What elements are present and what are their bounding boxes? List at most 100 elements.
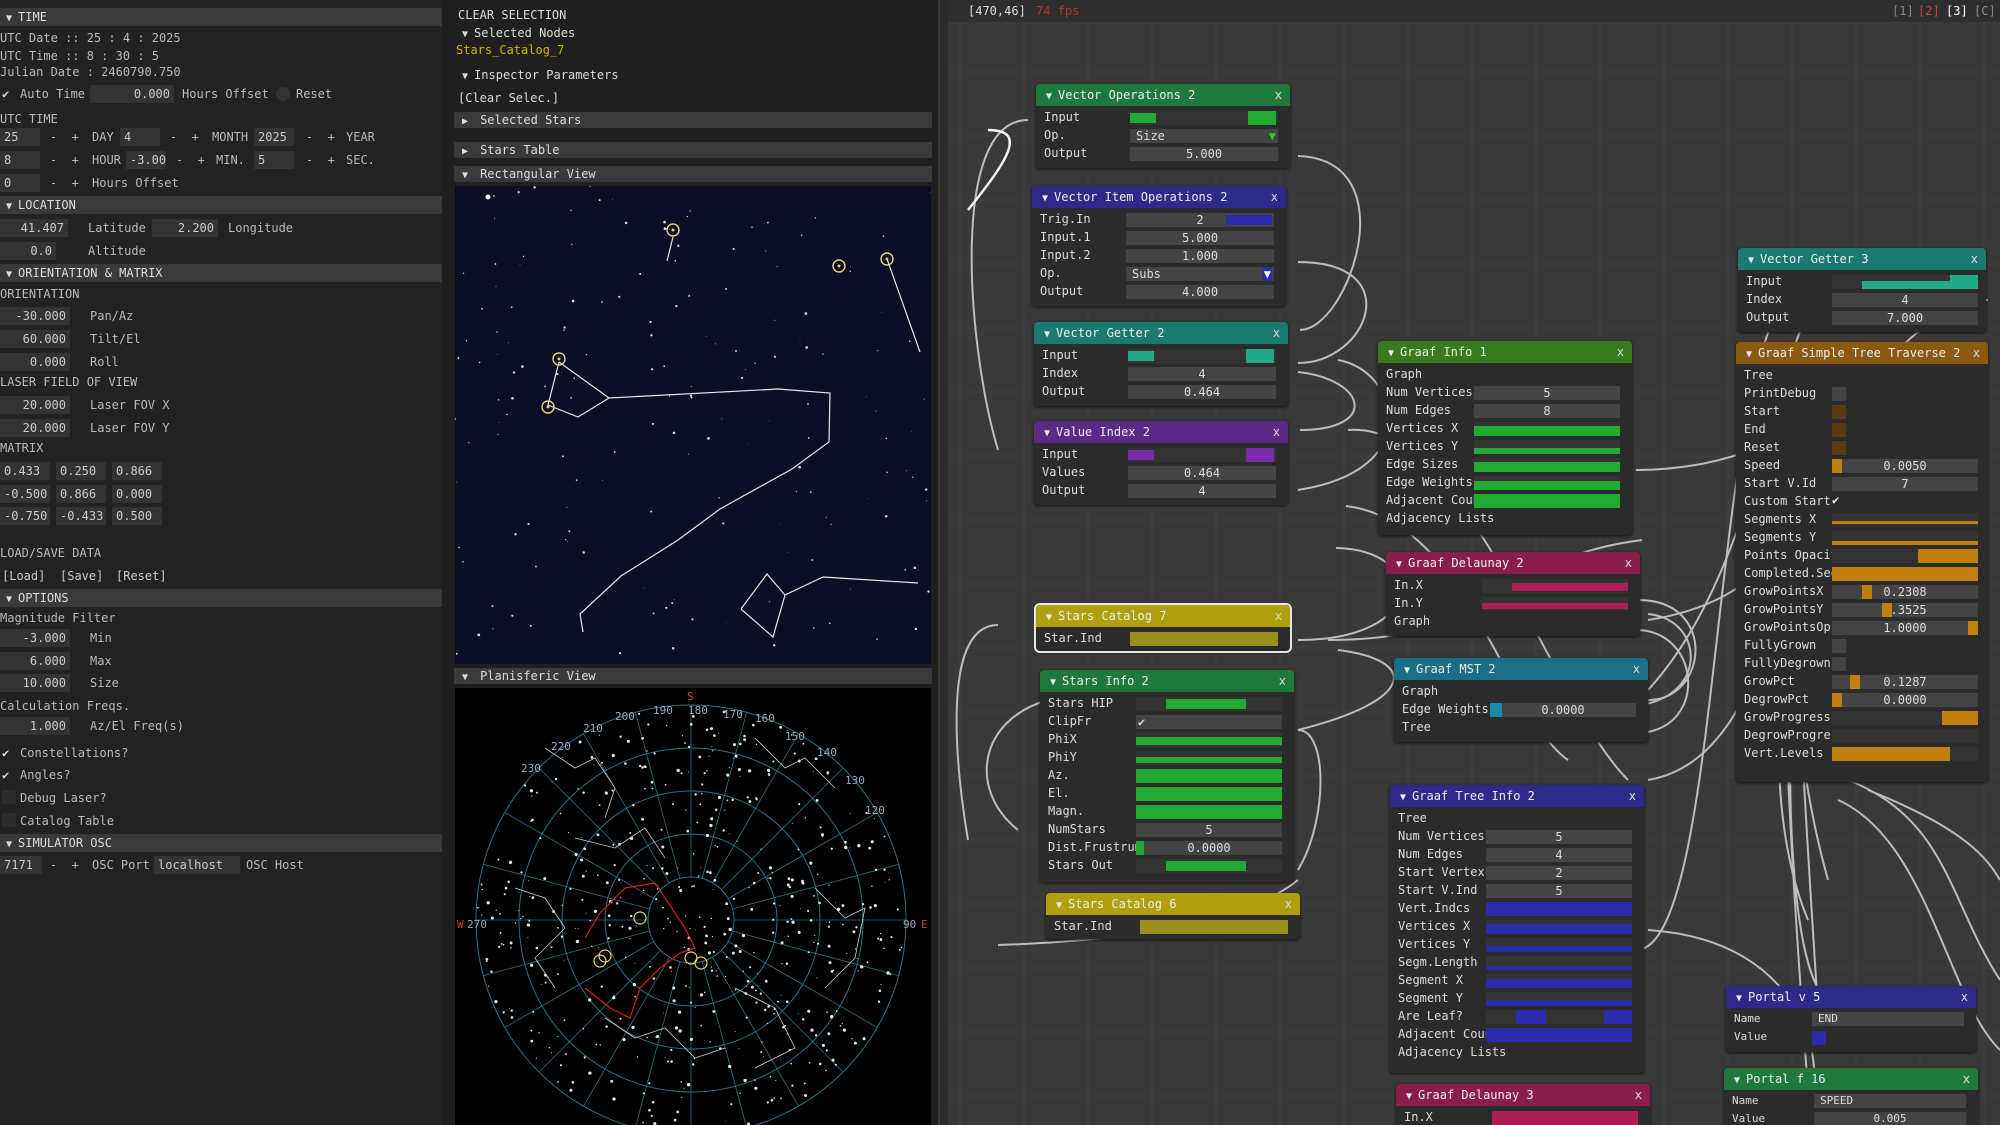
growpointsx-field[interactable]: 0.2308 [1832, 585, 1978, 599]
matrix-cell[interactable]: 0.433 [0, 462, 50, 480]
node-graaf-info-1[interactable]: ▼ Graaf Info 1x Graph Num Vertices 5 Num… [1378, 341, 1632, 535]
tab-c[interactable]: [C] [1974, 3, 1996, 19]
growpointsy-field[interactable]: 0.3525 [1832, 603, 1978, 617]
location-header[interactable]: ▼ LOCATION [0, 196, 442, 214]
end-checkbox[interactable] [1832, 423, 1846, 437]
checkbox-check-icon[interactable]: ✔ [1832, 492, 1839, 508]
size-field[interactable]: 10.000 [0, 674, 70, 692]
node-title[interactable]: ▼ Stars Catalog 6x [1046, 893, 1300, 915]
debug-laser-checkbox[interactable] [2, 790, 16, 804]
node-title[interactable]: ▼ Vector Getter 2x [1034, 322, 1288, 344]
month-stepper[interactable]: - + [170, 129, 199, 145]
node-title[interactable]: ▼ Portal f 16 x [1724, 1068, 1978, 1090]
node-title[interactable]: ▼ Value Index 2x [1034, 421, 1288, 443]
close-icon[interactable]: x [1963, 1068, 1970, 1090]
node-graaf-delaunay-3[interactable]: ▼ Graaf Delaunay 3x In.X [1396, 1084, 1650, 1125]
tab-2[interactable]: [2] [1918, 3, 1940, 19]
catalog-table-checkbox[interactable] [2, 813, 16, 827]
close-icon[interactable]: x [1633, 658, 1640, 680]
close-icon[interactable]: x [1625, 552, 1632, 574]
node-graaf-delaunay-2[interactable]: ▼ Graaf Delaunay 2x In.X In.Y Graph [1386, 552, 1640, 636]
roll-field[interactable]: 0.000 [0, 353, 70, 371]
start-checkbox[interactable] [1832, 405, 1846, 419]
planisferic-view-header[interactable]: ▼ Planisferic View [454, 668, 932, 684]
checkbox-check-icon[interactable]: ✔ [2, 86, 9, 102]
time-header[interactable]: ▼ TIME [0, 8, 442, 26]
selected-nodes-tree[interactable]: ▼ Selected Nodes [462, 25, 575, 43]
rectangular-star-view[interactable] [455, 186, 931, 664]
close-icon[interactable]: x [1279, 670, 1286, 692]
longitude-field[interactable]: 2.200 [152, 219, 218, 237]
node-vector-getter-2[interactable]: ▼ Vector Getter 2x Input Index 4 Output … [1034, 322, 1288, 406]
min-stepper[interactable]: - + [176, 152, 205, 168]
simulator-osc-header[interactable]: ▼ SIMULATOR OSC [0, 834, 442, 852]
op-dropdown[interactable]: Size ▼ [1130, 129, 1278, 143]
index-field[interactable]: 4 [1832, 293, 1978, 307]
node-title[interactable]: ▼ Stars Catalog 7x [1036, 605, 1290, 627]
matrix-cell[interactable]: -0.500 [0, 485, 50, 503]
node-graaf-tree-info-2[interactable]: ▼ Graaf Tree Info 2x Tree Num Vertices 5… [1390, 785, 1644, 1073]
clear-selec-button[interactable]: [Clear Selec.] [458, 90, 559, 106]
year-field[interactable]: 2025 [254, 128, 294, 146]
hours-offset-field[interactable]: 0.000 [90, 85, 174, 103]
tilt-field[interactable]: 60.000 [0, 330, 70, 348]
selected-stars-header[interactable]: ▶ Selected Stars [454, 112, 932, 128]
close-icon[interactable]: x [1629, 785, 1636, 807]
inspector-params-tree[interactable]: ▼ Inspector Parameters [462, 67, 619, 85]
hour-stepper[interactable]: - + [50, 152, 79, 168]
hours-offset-int-field[interactable]: 0 [0, 174, 40, 192]
node-value-index-2[interactable]: ▼ Value Index 2x Input Values 0.464 Outp… [1034, 421, 1288, 505]
orientation-matrix-header[interactable]: ▼ ORIENTATION & MATRIX [0, 264, 442, 282]
node-stars-catalog-7[interactable]: ▼ Stars Catalog 7x Star.Ind [1034, 603, 1292, 653]
close-icon[interactable]: x [1961, 986, 1968, 1008]
node-stars-catalog-6[interactable]: ▼ Stars Catalog 6x Star.Ind [1046, 893, 1300, 939]
close-icon[interactable]: x [1275, 84, 1282, 106]
close-icon[interactable]: x [1617, 341, 1624, 363]
latitude-field[interactable]: 41.407 [0, 219, 68, 237]
osc-port-field[interactable]: 7171 [0, 856, 42, 874]
close-icon[interactable]: x [1635, 1084, 1642, 1106]
portal-value-field[interactable]: 0.005 [1814, 1112, 1966, 1125]
start-vid-field[interactable]: 7 [1832, 477, 1978, 491]
node-graaf-simple-tree-traverse-2[interactable]: ▼ Graaf Simple Tree Traverse 2x Tree Pri… [1736, 342, 1988, 782]
portal-name-field[interactable]: SPEED [1814, 1094, 1966, 1108]
day-stepper[interactable]: - + [50, 129, 79, 145]
osc-host-field[interactable]: localhost [154, 856, 240, 874]
day-field[interactable]: 25 [0, 128, 40, 146]
node-graph-editor[interactable]: [470,46] 74 fps [1] [2] [3] [C] ▼ Vector… [948, 0, 2000, 1125]
ho-stepper[interactable]: - + [50, 175, 79, 191]
node-title[interactable]: ▼ Graaf Info 1x [1378, 341, 1632, 363]
node-title[interactable]: ▼ Stars Info 2x [1040, 670, 1294, 692]
altitude-field[interactable]: 0.0 [0, 242, 56, 260]
node-stars-info-2[interactable]: ▼ Stars Info 2x Stars HIP ClipFr ✔ PhiX … [1040, 670, 1294, 882]
fovx-field[interactable]: 20.000 [0, 396, 70, 414]
node-portal-v-5[interactable]: ▼ Portal v 5x Name END Value [1726, 986, 1976, 1052]
close-icon[interactable]: x [1973, 342, 1980, 364]
matrix-cell[interactable]: 0.250 [56, 462, 106, 480]
growpointsop-field[interactable]: 1.0000 [1832, 621, 1978, 635]
mag-min-field[interactable]: -3.000 [0, 629, 70, 647]
trig-in-field[interactable]: 2 [1126, 213, 1274, 227]
node-graaf-mst-2[interactable]: ▼ Graaf MST 2x Graph Edge Weights 0.0000… [1394, 658, 1648, 742]
printdebug-checkbox[interactable] [1832, 387, 1846, 401]
azel-freq-field[interactable]: 1.000 [0, 717, 70, 735]
node-portal-f-16[interactable]: ▼ Portal f 16 x Name SPEED Value 0.005 [1724, 1068, 1978, 1125]
close-icon[interactable]: x [1275, 605, 1282, 627]
tab-3[interactable]: [3] [1946, 3, 1968, 19]
close-icon[interactable]: x [1273, 322, 1280, 344]
checkbox-check-icon[interactable]: ✔ [2, 767, 9, 783]
node-title[interactable]: ▼ Vector Item Operations 2x [1032, 186, 1286, 208]
min-field[interactable]: -3.000 [126, 151, 166, 169]
fullygrown-checkbox[interactable] [1832, 639, 1846, 653]
pan-field[interactable]: -30.000 [0, 307, 70, 325]
matrix-cell[interactable]: 0.866 [112, 462, 162, 480]
clear-selection-button[interactable]: CLEAR SELECTION [458, 7, 566, 23]
input2-field[interactable]: 1.000 [1126, 249, 1274, 263]
close-icon[interactable]: x [1273, 421, 1280, 443]
checkbox-check-icon[interactable]: ✔ [2, 745, 9, 761]
close-icon[interactable]: x [1271, 186, 1278, 208]
month-field[interactable]: 4 [120, 128, 160, 146]
tab-1[interactable]: [1] [1892, 3, 1914, 19]
hour-field[interactable]: 8 [0, 151, 40, 169]
fovy-field[interactable]: 20.000 [0, 419, 70, 437]
